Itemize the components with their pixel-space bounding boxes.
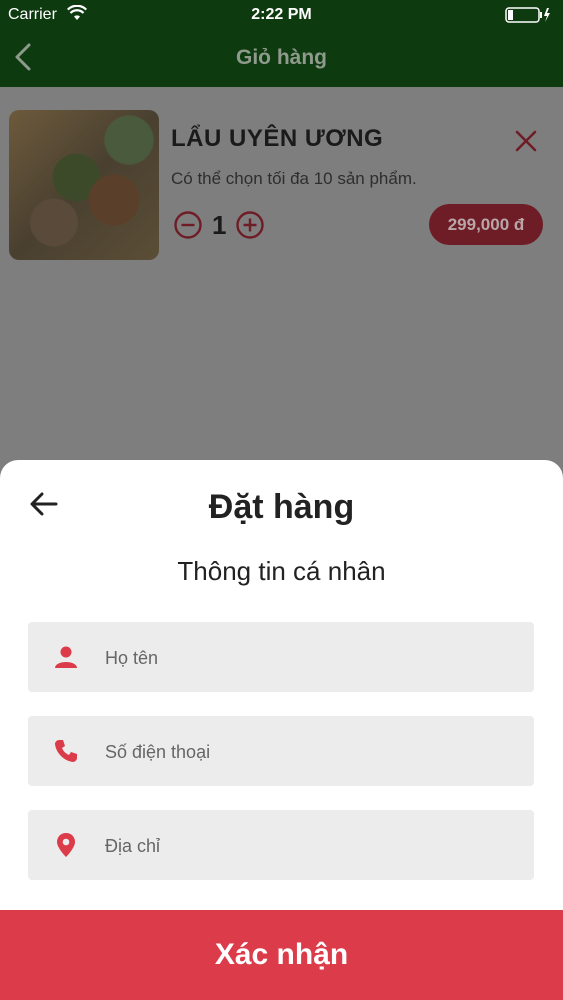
product-note: Có thể chọn tối đa 10 sản phẩm. <box>171 169 417 188</box>
quantity-value: 1 <box>212 209 227 240</box>
section-heading: Thông tin cá nhân <box>177 556 386 586</box>
product-name: LẨU UYÊN ƯƠNG <box>171 125 384 152</box>
phone-field[interactable] <box>28 716 534 788</box>
person-icon <box>53 644 79 670</box>
plus-circle-icon[interactable] <box>235 210 265 240</box>
confirm-button[interactable]: Xác nhận <box>0 910 563 1000</box>
quantity-stepper: 1 <box>173 209 265 241</box>
clock: 2:22 PM <box>251 6 312 23</box>
battery-icon <box>505 7 551 28</box>
minus-circle-icon[interactable] <box>173 210 203 240</box>
page-title: Giỏ hàng <box>236 46 327 69</box>
nav-bar: Giỏ hàng <box>0 30 563 87</box>
close-icon[interactable] <box>514 129 538 153</box>
phone-icon <box>53 738 79 764</box>
price-badge: 299,000 đ <box>429 204 543 245</box>
product-image <box>9 110 159 260</box>
name-field[interactable] <box>28 622 534 694</box>
address-field[interactable] <box>28 810 534 882</box>
phone-input[interactable] <box>103 716 527 788</box>
status-bar: Carrier 2:22 PM <box>0 0 563 30</box>
name-input[interactable] <box>103 622 527 694</box>
cart-item: LẨU UYÊN ƯƠNG Có thể chọn tối đa 10 sản … <box>0 87 563 460</box>
address-input[interactable] <box>103 810 527 882</box>
sheet-title: Đặt hàng <box>208 488 355 526</box>
location-pin-icon <box>53 832 79 858</box>
